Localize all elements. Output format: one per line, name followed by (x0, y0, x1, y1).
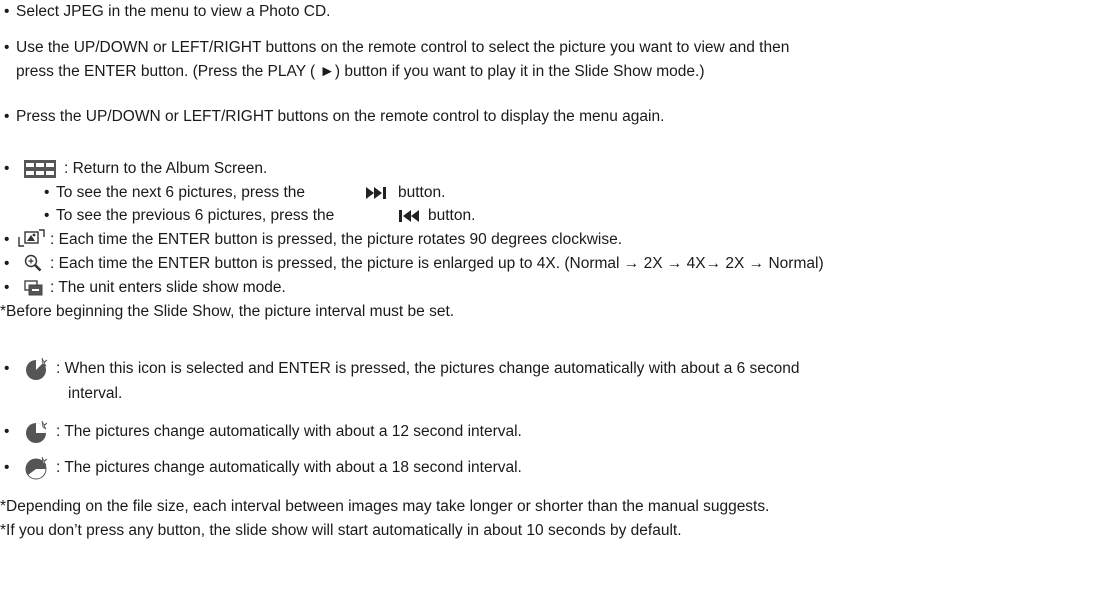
item-text: interval. (68, 385, 123, 402)
item-text: : The pictures change automatically with… (56, 423, 522, 440)
item-text: : The unit enters slide show mode. (50, 279, 286, 296)
bullet: • (4, 39, 10, 56)
note-text: *If you don’t press any button, the slid… (0, 522, 682, 539)
note-interval: *Before beginning the Slide Show, the pi… (0, 302, 454, 322)
item-text: : When this icon is selected and ENTER i… (56, 360, 800, 377)
note-text: *Depending on the file size, each interv… (0, 498, 770, 515)
note-text: *Before beginning the Slide Show, the pi… (0, 303, 455, 320)
bullet: • (4, 360, 10, 377)
bullet: • (4, 3, 10, 20)
instruction-text: press the ENTER button. (Press the PLAY … (16, 63, 705, 80)
sub-text: To see the previous 6 pictures, press th… (56, 207, 335, 224)
skip-next-icon (366, 186, 388, 200)
timer-12s-icon (25, 420, 49, 444)
instruction-text: Press the UP/DOWN or LEFT/RIGHT buttons … (16, 108, 665, 125)
bullet: • (4, 108, 10, 125)
instruction-text: Use the UP/DOWN or LEFT/RIGHT buttons on… (16, 39, 790, 56)
item-text: : Each time the ENTER button is pressed,… (50, 255, 824, 272)
bullet: • (4, 423, 10, 440)
note-autostart: *If you don’t press any button, the slid… (0, 521, 682, 541)
sub-text: button. (428, 207, 476, 224)
sub-text: button. (398, 184, 446, 201)
bullet: • (4, 459, 10, 476)
timer-18s-icon (25, 456, 49, 480)
slideshow-icon (24, 280, 44, 296)
skip-previous-icon (398, 209, 420, 223)
zoom-icon (24, 254, 42, 272)
instruction-text: Select JPEG in the menu to view a Photo … (16, 3, 331, 20)
bullet: • (4, 231, 10, 248)
bullet: • (44, 207, 50, 224)
bullet: • (4, 255, 10, 272)
manual-page: • Select JPEG in the menu to view a Phot… (0, 0, 1114, 610)
bullet: • (4, 279, 10, 296)
note-file-size: *Depending on the file size, each interv… (0, 497, 769, 517)
album-grid-icon (24, 160, 56, 178)
item-text: : Each time the ENTER button is pressed,… (50, 231, 623, 248)
rotate-icon (18, 228, 46, 248)
item-text: : Return to the Album Screen. (64, 160, 268, 177)
bullet: • (4, 160, 10, 177)
sub-text: To see the next 6 pictures, press the (56, 184, 305, 201)
bullet: • (44, 184, 50, 201)
timer-6s-icon (25, 357, 49, 381)
item-text: : The pictures change automatically with… (56, 459, 522, 476)
